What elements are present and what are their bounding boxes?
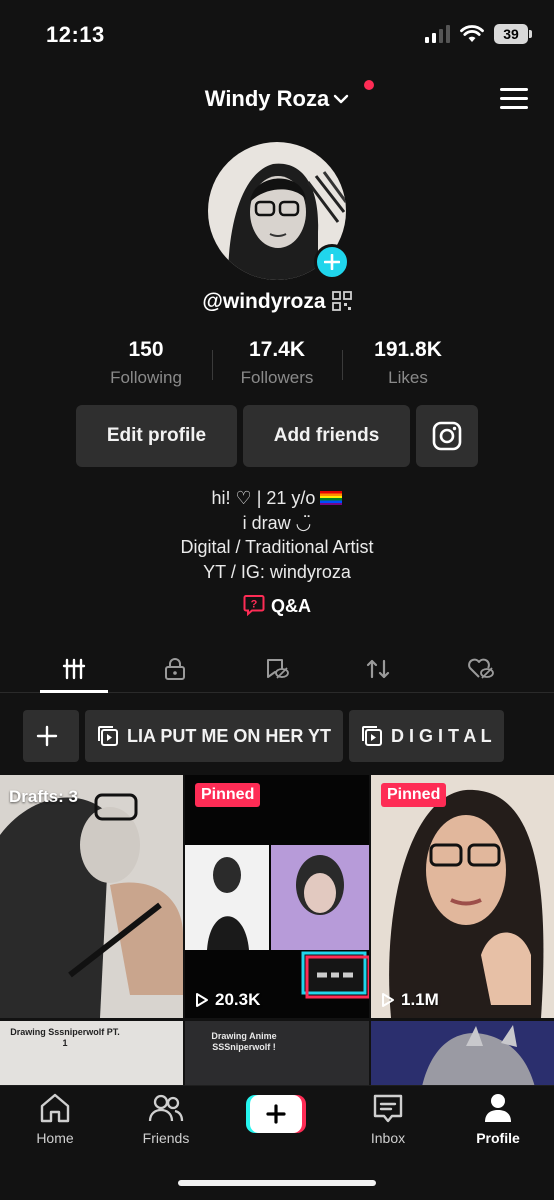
stat-label: Followers: [240, 368, 314, 387]
video-tile[interactable]: [371, 1021, 554, 1085]
repost-icon: [366, 659, 390, 679]
rainbow-flag-icon: [320, 491, 343, 505]
profile-handle: @windyroza: [0, 290, 554, 314]
playlist-label: LIA PUT ME ON HER YT: [127, 725, 332, 746]
edit-profile-button[interactable]: Edit profile: [76, 405, 237, 467]
qa-label: Q&A: [271, 596, 311, 616]
active-tab-indicator: [40, 690, 108, 693]
video-tile[interactable]: Drawing Anime SSSniperwolf !: [185, 1021, 369, 1085]
nav-label: Home: [36, 1130, 74, 1146]
playlist-row: LIA PUT ME ON HER YT D I G I T A L: [23, 710, 504, 762]
nav-label: Friends: [142, 1130, 190, 1146]
view-count: 1.1M: [381, 990, 439, 1010]
view-count: 20.3K: [195, 990, 260, 1010]
add-playlist-button[interactable]: [23, 710, 79, 762]
pinned-badge: Pinned: [381, 783, 447, 807]
video-caption: Drawing Sssniperwolf PT. 1: [10, 1027, 120, 1048]
battery-indicator: 39: [494, 24, 532, 44]
profile-bio: hi! ♡ | 21 y/o i draw ◡̈ Digital / Tradi…: [0, 486, 554, 584]
instagram-button[interactable]: [416, 405, 478, 467]
stat-followers[interactable]: 17.4K Followers: [207, 338, 347, 388]
video-grid: Drafts: 3 Pinned 20.3K Pinned 1.1M Drawi…: [0, 775, 554, 1085]
playlist-chip[interactable]: LIA PUT ME ON HER YT: [85, 710, 344, 762]
handle-text: @windyroza: [202, 290, 326, 313]
menu-button[interactable]: [500, 88, 528, 110]
account-username: Windy Roza: [204, 86, 330, 111]
tab-videos[interactable]: [39, 651, 109, 687]
status-time: 12:13: [46, 22, 105, 47]
bio-line: Digital / Traditional Artist: [180, 537, 374, 557]
add-avatar-button[interactable]: [314, 244, 350, 280]
hidden-favorites-icon: [267, 659, 289, 679]
playlist-icon: [98, 726, 118, 746]
nav-friends[interactable]: Friends: [116, 1092, 216, 1146]
stat-likes[interactable]: 191.8K Likes: [338, 338, 478, 388]
profile-stats: 150 Following 17.4K Followers 191.8K Lik…: [0, 338, 554, 394]
drafts-label: Drafts: 3: [9, 787, 78, 806]
stat-value: 191.8K: [374, 338, 442, 361]
lock-icon: [165, 658, 185, 680]
home-indicator: [178, 1180, 376, 1186]
qr-code-icon[interactable]: [331, 291, 352, 311]
play-icon: [196, 993, 208, 1007]
video-tile[interactable]: Pinned 20.3K: [185, 775, 369, 1018]
plus-icon: [36, 725, 58, 747]
cellular-signal-icon: [425, 25, 450, 43]
stat-following[interactable]: 150 Following: [76, 338, 216, 388]
chevron-down-icon: [334, 94, 349, 104]
add-friends-button[interactable]: Add friends: [243, 405, 410, 467]
video-tile[interactable]: Pinned 1.1M: [371, 775, 554, 1018]
bio-line: hi! ♡ | 21 y/o: [0, 486, 554, 511]
stat-value: 150: [128, 338, 164, 361]
status-icons: 39: [425, 24, 532, 44]
qa-link[interactable]: ? Q&A: [0, 594, 554, 617]
stat-label: Likes: [388, 368, 428, 387]
friends-icon: [148, 1094, 184, 1122]
profile-icon: [485, 1094, 511, 1122]
notification-dot: [364, 80, 374, 90]
playlist-label: D I G I T A L: [391, 725, 492, 746]
question-bubble-icon: ?: [243, 595, 265, 616]
inbox-icon: [373, 1094, 403, 1123]
video-tile[interactable]: Drawing Sssniperwolf PT. 1: [0, 1021, 183, 1085]
video-caption: Drawing Anime SSSniperwolf !: [211, 1031, 277, 1052]
tab-liked[interactable]: [446, 651, 516, 687]
profile-actions: Edit profile Add friends: [76, 405, 478, 467]
tab-reposts[interactable]: [343, 651, 413, 687]
playlist-chip[interactable]: D I G I T A L: [349, 710, 504, 762]
tab-favorites[interactable]: [242, 651, 312, 687]
stat-label: Following: [110, 368, 182, 387]
bio-line: i draw ◡̈: [242, 512, 312, 533]
drafts-tile[interactable]: Drafts: 3: [0, 775, 183, 1018]
nav-home[interactable]: Home: [5, 1092, 105, 1146]
hidden-heart-icon: [468, 658, 494, 679]
content-tabs: [0, 645, 554, 693]
nav-inbox[interactable]: Inbox: [338, 1092, 438, 1146]
pinned-badge: Pinned: [195, 783, 261, 807]
home-icon: [40, 1093, 70, 1123]
bio-line: YT / IG: windyroza: [203, 561, 351, 582]
playlist-icon: [362, 726, 383, 746]
nav-label: Profile: [476, 1130, 520, 1146]
profile-header: Windy Roza: [0, 80, 554, 120]
wifi-icon: [460, 25, 484, 42]
nav-label: Inbox: [370, 1130, 406, 1146]
plus-icon: [324, 254, 340, 270]
play-icon: [382, 993, 394, 1007]
instagram-icon: [432, 421, 462, 451]
svg-text:?: ?: [251, 599, 258, 611]
tab-private[interactable]: [140, 651, 210, 687]
create-button[interactable]: [246, 1095, 306, 1133]
stat-value: 17.4K: [248, 338, 306, 361]
account-switcher[interactable]: Windy Roza: [0, 86, 554, 112]
status-bar: 12:13 39: [0, 0, 554, 70]
plus-icon: [266, 1104, 286, 1124]
grid-icon: [62, 658, 86, 680]
profile-avatar-container[interactable]: [208, 142, 350, 282]
nav-profile[interactable]: Profile: [448, 1092, 548, 1146]
